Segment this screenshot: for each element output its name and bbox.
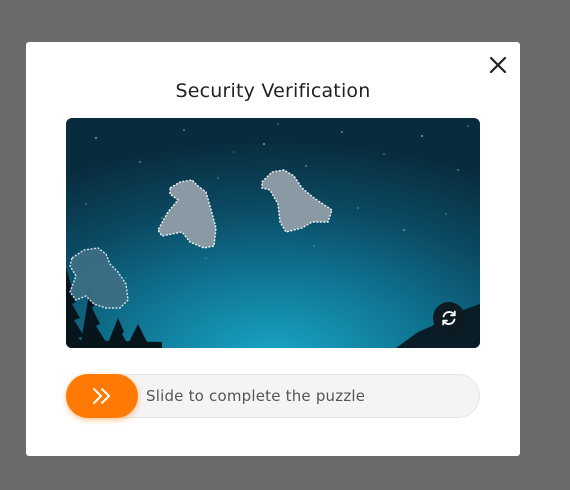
slider-handle[interactable] (66, 374, 138, 418)
dialog-title: Security Verification (175, 80, 371, 102)
close-icon (489, 56, 507, 74)
slider-track[interactable]: Slide to complete the puzzle (66, 374, 480, 418)
refresh-icon (442, 310, 456, 326)
verification-dialog: Security Verification Slide to complete … (26, 42, 520, 456)
slider-label: Slide to complete the puzzle (146, 387, 366, 405)
close-button[interactable] (485, 52, 511, 78)
double-chevron-right-icon (93, 388, 110, 404)
refresh-button[interactable] (433, 302, 465, 334)
puzzle-image (66, 118, 480, 348)
